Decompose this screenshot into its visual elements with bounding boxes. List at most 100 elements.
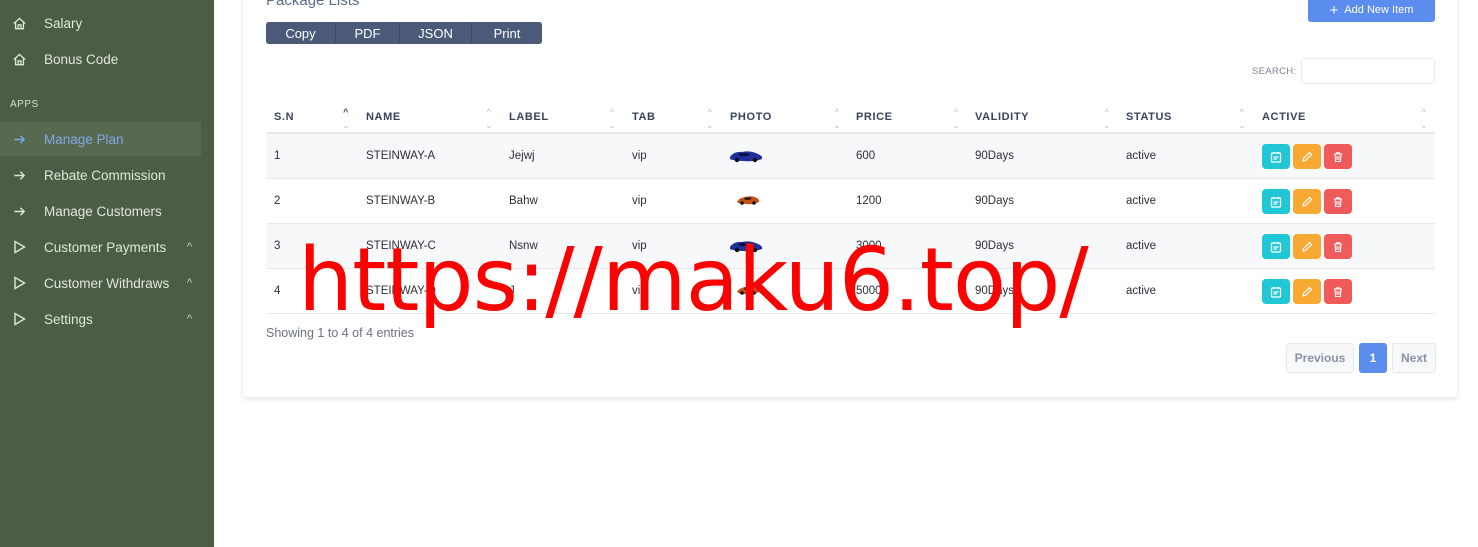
sidebar-item-settings[interactable]: Settings ^: [0, 302, 214, 336]
edit-button[interactable]: [1293, 144, 1321, 169]
calendar-icon: [1270, 241, 1282, 253]
cell-label: Jejwj: [509, 150, 535, 162]
table-row: 2 STEINWAY-B Bahw vip 1200 90Days active: [266, 179, 1435, 224]
delete-button[interactable]: [1324, 279, 1352, 304]
cell-status: active: [1126, 240, 1157, 252]
column-header-tab[interactable]: TAB: [632, 111, 656, 123]
column-header-name[interactable]: NAME: [366, 111, 401, 123]
sort-icon[interactable]: ^ ⌄: [833, 108, 841, 130]
search-label: SEARCH:: [1252, 66, 1297, 77]
cell-tab: vip: [632, 150, 647, 162]
page-title: Package Lists: [266, 0, 360, 9]
table-header: S.N ^ ⌄ NAME ^ ⌄ LABEL ^ ⌄ TAB ^ ⌄ PHOTO ^ ⌄ …: [266, 104, 1435, 134]
chevron-up-icon: ^: [186, 241, 192, 253]
home-icon: [10, 16, 28, 31]
triangle-right-icon: [10, 312, 28, 326]
cell-price: 1200: [856, 195, 882, 207]
print-button[interactable]: Print: [472, 22, 542, 44]
triangle-right-icon: [10, 240, 28, 254]
column-header-validity[interactable]: VALIDITY: [975, 111, 1029, 123]
pencil-icon: [1302, 196, 1313, 207]
sidebar-item-salary[interactable]: Salary: [0, 6, 214, 40]
cell-sn: 4: [274, 285, 281, 297]
sort-icon[interactable]: ^ ⌄: [608, 108, 616, 130]
pdf-button[interactable]: PDF: [336, 22, 400, 44]
sort-icon[interactable]: ^ ⌄: [485, 108, 493, 130]
copy-button[interactable]: Copy: [266, 22, 336, 44]
delete-button[interactable]: [1324, 144, 1352, 169]
sort-icon[interactable]: ^ ⌄: [1103, 108, 1111, 130]
sidebar: Salary Bonus Code APPS Manage Plan Rebat…: [0, 0, 214, 547]
delete-button[interactable]: [1324, 234, 1352, 259]
arrow-right-icon: [10, 169, 28, 182]
plus-icon: +: [1329, 1, 1339, 19]
chevron-up-icon: ^: [186, 277, 192, 289]
calendar-icon: [1270, 286, 1282, 298]
sort-icon[interactable]: ^ ⌄: [342, 108, 350, 130]
table-row: 1 STEINWAY-A Jejwj vip 600 90Days active: [266, 134, 1435, 179]
trash-icon: [1334, 286, 1342, 297]
sidebar-item-manage-customers[interactable]: Manage Customers: [0, 194, 214, 228]
add-new-item-button[interactable]: + Add New Item: [1308, 0, 1435, 22]
sidebar-item-label: Settings: [44, 311, 93, 327]
pagination: Previous 1 Next: [1286, 343, 1436, 373]
cell-tab: vip: [632, 195, 647, 207]
action-buttons: [1262, 234, 1352, 259]
sidebar-item-label: Manage Plan: [44, 131, 124, 147]
column-header-label[interactable]: LABEL: [509, 111, 549, 123]
cell-name: STEINWAY-A: [366, 150, 436, 162]
sort-icon[interactable]: ^ ⌄: [706, 108, 714, 130]
sidebar-item-customer-withdraws[interactable]: Customer Withdraws ^: [0, 266, 214, 300]
search-input[interactable]: [1301, 58, 1435, 84]
cell-status: active: [1126, 285, 1157, 297]
column-header-sn[interactable]: S.N: [274, 111, 294, 123]
sidebar-item-bonus-code[interactable]: Bonus Code: [0, 42, 214, 76]
export-button-group: Copy PDF JSON Print: [266, 22, 542, 44]
home-icon: [10, 52, 28, 67]
action-buttons: [1262, 144, 1352, 169]
edit-button[interactable]: [1293, 189, 1321, 214]
sort-icon[interactable]: ^ ⌄: [1238, 108, 1246, 130]
sidebar-item-label: Salary: [44, 15, 83, 31]
view-button[interactable]: [1262, 144, 1290, 169]
page-1-button[interactable]: 1: [1359, 343, 1387, 373]
car-photo-orange: [735, 193, 761, 212]
cell-sn: 1: [274, 150, 281, 162]
cell-name: STEINWAY-B: [366, 195, 436, 207]
sidebar-item-customer-payments[interactable]: Customer Payments ^: [0, 230, 214, 264]
sidebar-item-manage-plan[interactable]: Manage Plan: [0, 122, 201, 156]
column-header-price[interactable]: PRICE: [856, 111, 893, 123]
column-header-photo[interactable]: PHOTO: [730, 111, 772, 123]
column-header-active[interactable]: ACTIVE: [1262, 111, 1306, 123]
pencil-icon: [1302, 286, 1313, 297]
chevron-up-icon: ^: [186, 313, 192, 325]
sidebar-item-label: Rebate Commission: [44, 167, 166, 183]
edit-button[interactable]: [1293, 234, 1321, 259]
json-button[interactable]: JSON: [400, 22, 472, 44]
cell-status: active: [1126, 195, 1157, 207]
sort-icon[interactable]: ^ ⌄: [1420, 108, 1428, 130]
calendar-icon: [1270, 196, 1282, 208]
sidebar-item-rebate-commission[interactable]: Rebate Commission: [0, 158, 214, 192]
section-label-apps: APPS: [10, 99, 39, 110]
cell-sn: 3: [274, 240, 281, 252]
delete-button[interactable]: [1324, 189, 1352, 214]
column-header-status[interactable]: STATUS: [1126, 111, 1172, 123]
pencil-icon: [1302, 241, 1313, 252]
view-button[interactable]: [1262, 189, 1290, 214]
view-button[interactable]: [1262, 234, 1290, 259]
previous-page-button[interactable]: Previous: [1286, 343, 1354, 373]
trash-icon: [1334, 196, 1342, 207]
cell-validity: 90Days: [975, 150, 1014, 162]
view-button[interactable]: [1262, 279, 1290, 304]
arrow-right-icon: [10, 205, 28, 218]
sidebar-item-label: Manage Customers: [44, 203, 162, 219]
add-new-item-label: Add New Item: [1344, 4, 1414, 16]
car-photo-blue: [728, 148, 764, 169]
edit-button[interactable]: [1293, 279, 1321, 304]
pencil-icon: [1302, 151, 1313, 162]
next-page-button[interactable]: Next: [1392, 343, 1436, 373]
sidebar-item-label: Customer Payments: [44, 239, 167, 255]
sort-icon[interactable]: ^ ⌄: [952, 108, 960, 130]
cell-price: 600: [856, 150, 876, 162]
